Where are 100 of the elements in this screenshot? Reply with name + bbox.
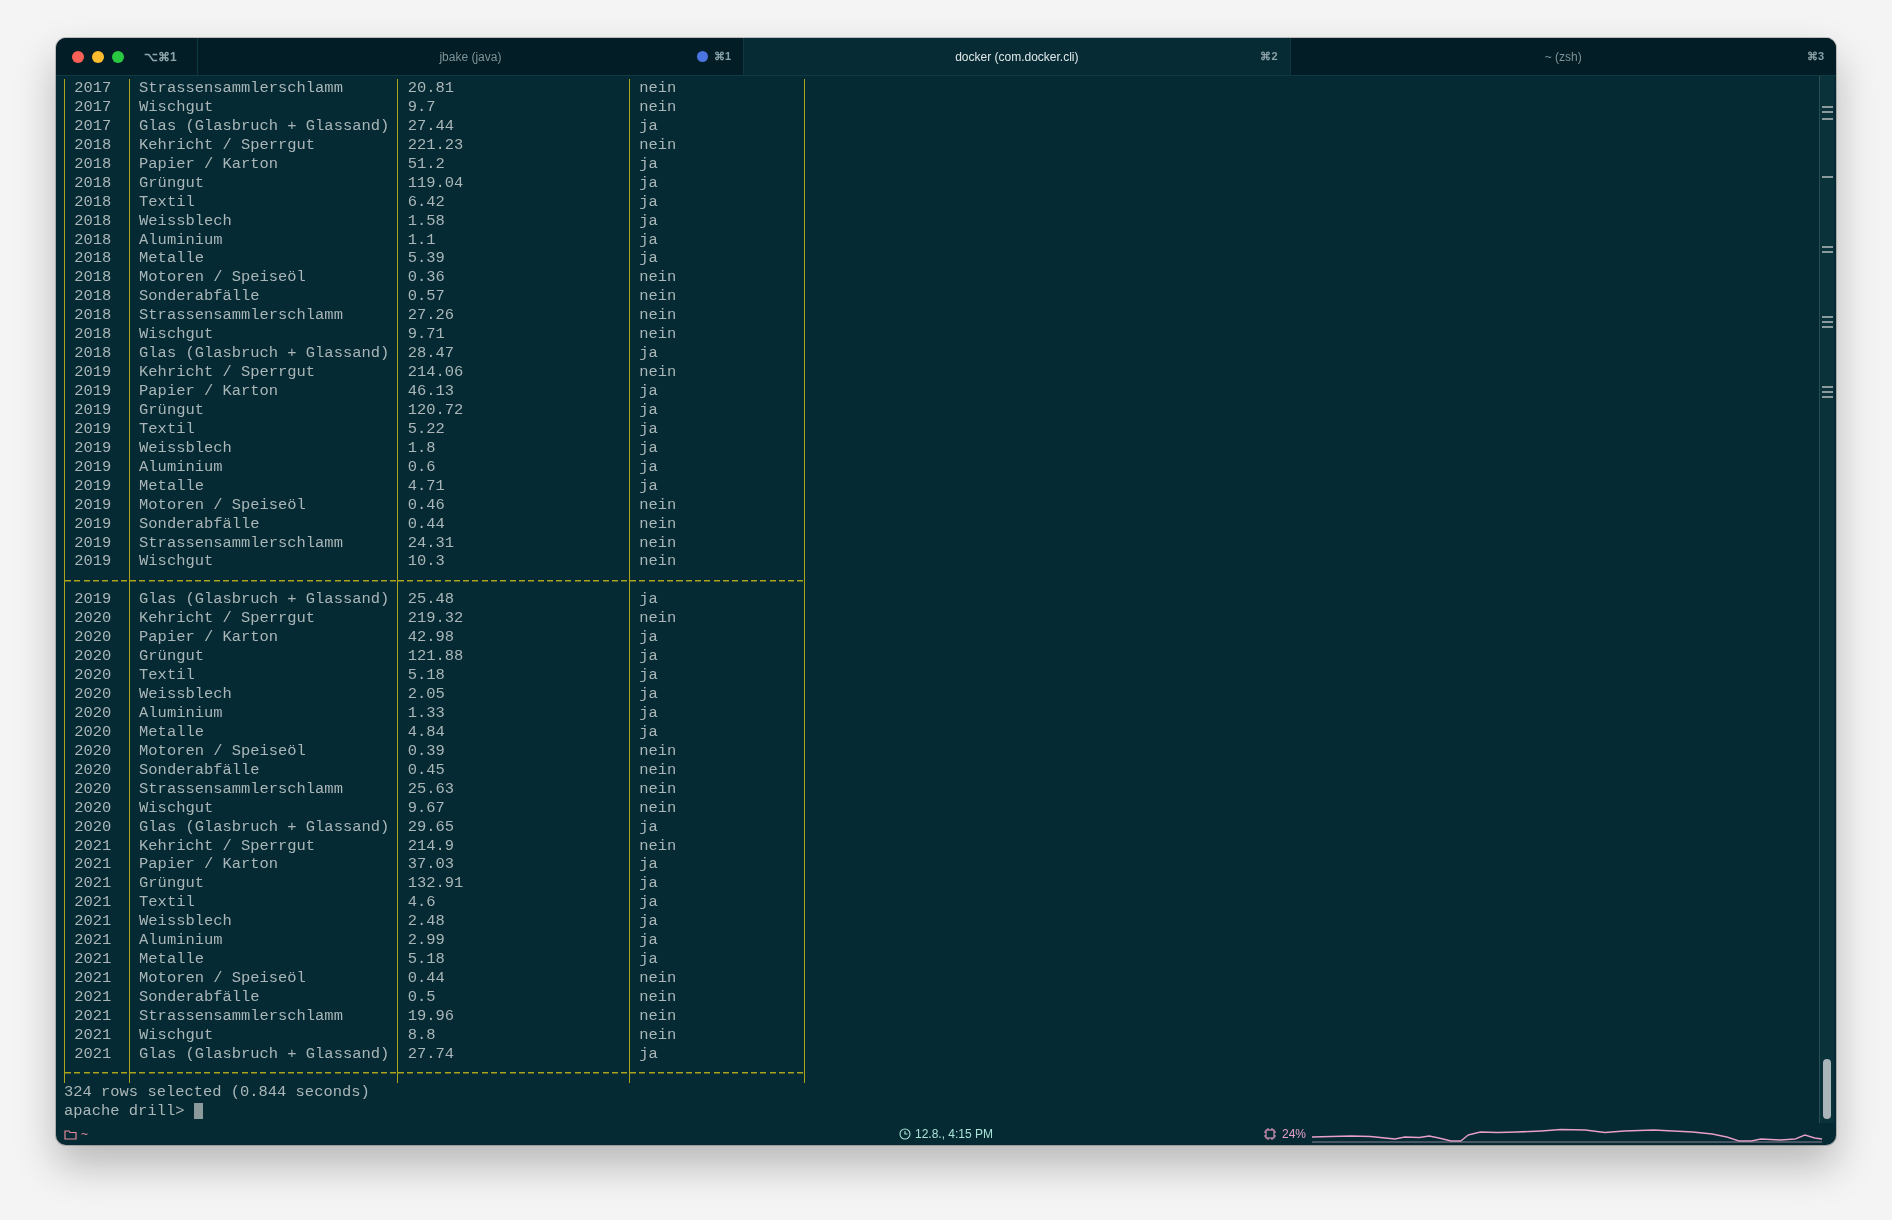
table-cell: 4.71 [397, 476, 630, 496]
table-cell: ja [629, 249, 806, 269]
table-cell: Kehricht / Sperrgut [128, 836, 398, 856]
table-cell: Glas (Glasbruch + Glassand) [128, 344, 398, 364]
table-cell: nein [629, 495, 806, 515]
table-cell: 6.42 [397, 192, 630, 212]
table-cell: Strassensammlerschlamm [128, 779, 398, 799]
table-cell: 2019 [64, 533, 129, 553]
table-cell: ja [629, 628, 806, 648]
table-cell: ja [629, 116, 806, 136]
table-cell: 2020 [64, 703, 129, 723]
table-cell: 2018 [64, 154, 129, 174]
table-cell: 2019 [64, 419, 129, 439]
table-cell: 1.8 [397, 438, 630, 458]
table-cell: 2019 [64, 382, 129, 401]
table-cell: 24.31 [397, 533, 630, 553]
table-cell: nein [629, 969, 806, 988]
minimize-button[interactable] [92, 50, 104, 63]
table-cell: 51.2 [397, 154, 630, 174]
table-cell: 2020 [64, 779, 129, 799]
table-cell: 2020 [64, 760, 129, 780]
table-cell: 2019 [64, 495, 129, 515]
table-cell: Weissblech [128, 211, 398, 231]
table-cell: ja [629, 382, 806, 401]
table-cell: 2020 [64, 628, 129, 648]
table-cell: 0.45 [397, 760, 630, 780]
cpu-usage: 24% [1281, 1127, 1306, 1141]
table-cell: nein [629, 741, 806, 761]
table-cell: 19.96 [397, 1006, 630, 1026]
table-cell: Metalle [128, 722, 398, 742]
table-cell: Sonderabfälle [128, 514, 398, 534]
table-cell: Strassensammlerschlamm [128, 79, 398, 98]
table-cell: 5.39 [397, 249, 630, 269]
table-cell: nein [629, 760, 806, 780]
table-cell: Papier / Karton [128, 154, 398, 174]
table-cell: ja [629, 666, 806, 685]
table-cell: Aluminium [128, 703, 398, 723]
scrollbar[interactable] [1819, 76, 1834, 1123]
tab-title: docker (com.docker.cli) [955, 49, 1079, 64]
table-cell: 4.6 [397, 893, 630, 913]
table-cell: 27.26 [397, 306, 630, 326]
clock-icon [899, 1128, 911, 1140]
tab-title: ~ (zsh) [1544, 49, 1582, 64]
table-cell: nein [629, 1006, 806, 1026]
table-cell: 2021 [64, 893, 129, 913]
table-cell: Motoren / Speiseöl [128, 268, 398, 288]
table-cell: nein [629, 552, 806, 572]
table-cell: 20.81 [397, 79, 630, 98]
table-cell: Sonderabfälle [128, 988, 398, 1007]
tab-shortcut: ⌘1 [714, 50, 732, 63]
table-cell: 2.05 [397, 685, 630, 704]
table-cell: nein [629, 363, 806, 382]
zoom-button[interactable] [112, 50, 124, 63]
table-cell: 0.5 [397, 988, 630, 1007]
table-cell: nein [629, 514, 806, 534]
table-cell: ja [629, 230, 806, 250]
table-cell: 2019 [64, 476, 129, 496]
table-cell: ja [629, 419, 806, 439]
table-cell: nein [629, 533, 806, 553]
table-cell: 2018 [64, 192, 129, 212]
table-cell: Strassensammlerschlamm [128, 306, 398, 326]
table-cell: Papier / Karton [128, 855, 398, 875]
table-cell: Glas (Glasbruch + Glassand) [128, 1044, 398, 1064]
table-cell: nein [629, 798, 806, 818]
tab[interactable]: ~ (zsh) ⌘3 [1289, 38, 1836, 75]
table-cell: 2.99 [397, 931, 630, 951]
table-cell: 2021 [64, 950, 129, 970]
table-cell: 2021 [64, 931, 129, 951]
table-cell: 2021 [64, 969, 129, 988]
table-cell: ja [629, 476, 806, 496]
table-cell: 0.39 [397, 741, 630, 761]
table-cell: 1.1 [397, 230, 630, 250]
table-cell: 2020 [64, 685, 129, 704]
table-cell: Textil [128, 419, 398, 439]
table-cell: 2021 [64, 836, 129, 856]
table-cell: nein [629, 1025, 806, 1045]
table-cell: nein [629, 306, 806, 326]
tab[interactable]: docker (com.docker.cli) ⌘2 [743, 38, 1290, 75]
table-cell: Strassensammlerschlamm [128, 533, 398, 553]
table-cell: 2019 [64, 363, 129, 382]
table-cell: nein [629, 135, 806, 155]
table-cell: Motoren / Speiseöl [128, 969, 398, 988]
table-cell: Textil [128, 666, 398, 685]
table-cell: Kehricht / Sperrgut [128, 363, 398, 382]
cpu-icon [1263, 1128, 1276, 1140]
table-cell: 2021 [64, 874, 129, 894]
table-cell: 27.74 [397, 1044, 630, 1064]
table-cell: Glas (Glasbruch + Glassand) [128, 116, 398, 136]
scrollbar-thumb[interactable] [1823, 1059, 1831, 1119]
table-cell: Glas (Glasbruch + Glassand) [128, 590, 398, 610]
clock-time: 12.8., 4:15 PM [915, 1127, 993, 1141]
close-button[interactable] [72, 50, 84, 63]
table-cell: 2018 [64, 211, 129, 231]
table-cell: Textil [128, 192, 398, 212]
table-cell: Wischgut [128, 97, 398, 117]
table-cell: 29.65 [397, 817, 630, 837]
table-cell: Grüngut [128, 173, 398, 193]
table-cell: Motoren / Speiseöl [128, 741, 398, 761]
table-cell: 2018 [64, 344, 129, 364]
table-cell: 2019 [64, 552, 129, 572]
